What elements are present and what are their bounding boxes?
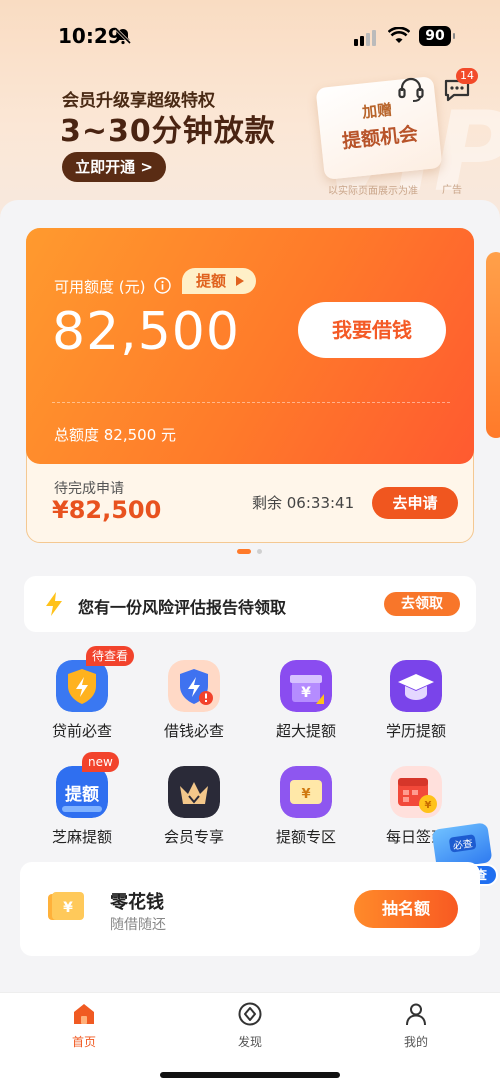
pending-application-amount: ¥82,500: [52, 496, 162, 524]
feature-label: 会员专享: [163, 828, 224, 846]
calendar-coin-icon: ¥: [390, 766, 442, 818]
svg-text:¥: ¥: [425, 800, 432, 811]
countdown-timer: 剩余 06:33:41: [252, 494, 355, 512]
pending-view-badge: 待查看: [86, 646, 135, 666]
tab-profile[interactable]: 我的: [376, 1001, 456, 1051]
info-icon[interactable]: [154, 277, 171, 294]
signal-icon: [354, 30, 376, 46]
claim-report-button[interactable]: 去领取: [384, 592, 460, 616]
yuan-envelope-icon: ¥: [280, 766, 332, 818]
feature-raise-zone[interactable]: ¥ 提额专区: [256, 766, 356, 866]
tab-home[interactable]: 首页: [44, 1001, 124, 1051]
feature-label: 芝麻提额: [51, 828, 112, 846]
shield-alert-icon: [168, 660, 220, 712]
feature-pre-loan-check[interactable]: 待查看 贷前必查: [32, 646, 135, 760]
battery-indicator: 90: [419, 26, 455, 46]
apply-button[interactable]: 去申请: [372, 487, 458, 519]
feature-label: 借钱必查: [163, 722, 224, 740]
tab-discover[interactable]: 发现: [210, 1001, 290, 1051]
status-bar: 10:29 90: [0, 0, 500, 72]
available-credit-amount: 82,500: [52, 302, 240, 362]
floating-board-text: 必查: [448, 834, 477, 853]
home-icon: [74, 1004, 94, 1024]
promo-banner[interactable]: VIP 10:29 90 会员升级享超级特权 3~30分钟放款 立即开通 > 加…: [0, 0, 500, 230]
tab-label: 发现: [237, 1035, 262, 1049]
available-credit-label: 可用额度 (元): [54, 278, 146, 296]
ad-tag: 广告: [442, 185, 462, 196]
bell-muted-icon: [114, 27, 132, 45]
promo-title: 3~30分钟放款: [60, 114, 276, 149]
lightning-icon: [46, 592, 62, 616]
feature-label: 超大提额: [275, 722, 336, 740]
open-membership-button[interactable]: 立即开通 >: [62, 152, 166, 182]
feature-big-raise[interactable]: ¥ 超大提额: [256, 660, 356, 760]
svg-text:¥: ¥: [301, 685, 311, 701]
svg-text:¥: ¥: [301, 787, 310, 802]
customer-service-icon[interactable]: [396, 74, 426, 104]
feature-member-exclusive[interactable]: 会员专享: [144, 766, 244, 866]
product-name: 零花钱: [110, 892, 164, 913]
raise-limit-chip[interactable]: 提额: [182, 268, 256, 294]
pending-application-label: 待完成申请: [54, 481, 124, 497]
message-count-badge: 14: [456, 68, 478, 84]
shield-bolt-icon: [56, 660, 108, 712]
borrow-button[interactable]: 我要借钱: [298, 302, 446, 358]
status-time: 10:29: [58, 24, 122, 48]
tab-label: 首页: [71, 1035, 96, 1049]
wifi-icon: [388, 27, 410, 43]
wallet-icon: ¥: [48, 892, 84, 920]
svg-text:¥: ¥: [63, 900, 73, 916]
feature-sesame-raise[interactable]: 提额 new 芝麻提额: [32, 752, 132, 866]
risk-report-text: 您有一份风险评估报告待领取: [78, 598, 287, 617]
tab-label: 我的: [403, 1035, 428, 1049]
feature-label: 贷前必查: [51, 722, 112, 740]
risk-report-notice[interactable]: 您有一份风险评估报告待领取 去领取: [24, 576, 476, 632]
feature-label: 提额专区: [275, 828, 336, 846]
profile-icon: [406, 1003, 426, 1026]
product-subtitle: 随借随还: [110, 917, 166, 933]
carousel-dot: [257, 549, 262, 554]
card-divider: [52, 402, 450, 403]
new-badge: new: [82, 752, 119, 772]
carousel-dot-active: [237, 549, 251, 554]
carousel-indicator: [237, 549, 267, 555]
next-card-peek[interactable]: [486, 252, 500, 438]
crown-icon: [168, 766, 220, 818]
feature-education-raise[interactable]: 学历提额: [366, 660, 466, 760]
raise-icon-text: 提额: [65, 785, 99, 805]
gift-box-icon: ¥: [280, 660, 332, 712]
ad-disclaimer: 以实际页面展示为准: [328, 186, 418, 197]
discover-icon: [238, 1002, 262, 1026]
graduation-cap-icon: [390, 660, 442, 712]
feature-label: 学历提额: [385, 722, 446, 740]
credit-card: 可用额度 (元) 提额 82,500 我要借钱 总额度 82,500 元: [26, 228, 474, 464]
draw-quota-button[interactable]: 抽名额: [354, 890, 458, 928]
home-indicator: [160, 1072, 340, 1078]
loan-product-card[interactable]: ¥ 零花钱 随借随还 抽名额: [20, 862, 480, 956]
feature-borrow-check[interactable]: 借钱必查: [144, 660, 244, 760]
total-credit: 总额度 82,500 元: [54, 426, 177, 444]
